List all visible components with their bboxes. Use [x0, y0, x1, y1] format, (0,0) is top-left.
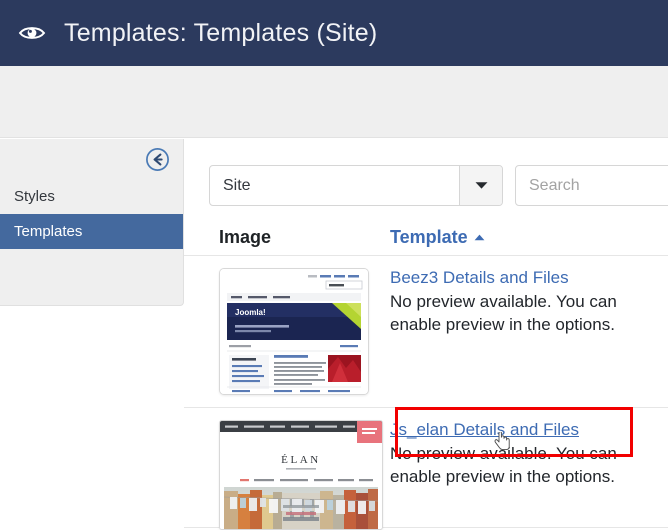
- circle-arrow-left-icon[interactable]: [145, 147, 170, 172]
- table-cell-image: ÉLAN: [184, 408, 390, 530]
- svg-text:Joomla!: Joomla!: [235, 308, 266, 317]
- svg-text:ÉLAN: ÉLAN: [281, 454, 321, 466]
- filter-bar: Site: [209, 165, 668, 206]
- column-header-template-label: Template: [390, 226, 468, 247]
- templates-table: Image Template Joomla! Beez3 Details and…: [184, 219, 668, 530]
- table-cell-template: Js_elan Details and Files No preview ava…: [390, 408, 634, 527]
- sidebar-back-row: [0, 139, 183, 179]
- table-cell-image: Joomla!: [184, 256, 390, 407]
- sidebar-item-label: Styles: [14, 188, 55, 205]
- table-cell-template: Beez3 Details and Files No preview avail…: [390, 256, 634, 407]
- sidebar-item-styles[interactable]: Styles: [0, 179, 183, 214]
- column-header-image: Image: [219, 226, 272, 247]
- eye-icon: [16, 17, 48, 49]
- js-elan-template-preview-thumbnail[interactable]: ÉLAN: [219, 420, 383, 530]
- sidebar-item-label: Templates: [14, 223, 83, 240]
- chevron-down-icon[interactable]: [459, 166, 502, 205]
- template-description: No preview available. You can enable pre…: [390, 444, 617, 487]
- template-type-select-value[interactable]: Site: [210, 166, 459, 205]
- toolbar-strip: [0, 66, 668, 138]
- sidebar-item-templates[interactable]: Templates: [0, 214, 183, 249]
- search-input[interactable]: [515, 165, 668, 206]
- template-description: No preview available. You can enable pre…: [390, 292, 617, 335]
- table-row[interactable]: ÉLAN Js_elan Details and Files No previe…: [184, 408, 668, 530]
- table-row[interactable]: Joomla! Beez3 Details and Files No previ…: [184, 256, 668, 408]
- beez3-template-preview-thumbnail[interactable]: Joomla!: [219, 268, 369, 395]
- main-panel: Site Image Template: [184, 139, 668, 530]
- template-link[interactable]: Js_elan Details and Files: [390, 420, 579, 440]
- sidebar: Styles Templates: [0, 139, 184, 306]
- table-header-row: Image Template: [184, 219, 668, 256]
- column-header-template[interactable]: Template: [390, 227, 485, 248]
- page-header: Templates: Templates (Site): [0, 0, 668, 66]
- page-title: Templates: Templates (Site): [64, 18, 378, 47]
- template-type-select[interactable]: Site: [209, 165, 503, 206]
- template-link[interactable]: Beez3 Details and Files: [390, 268, 569, 288]
- sort-ascending-icon: [474, 234, 485, 241]
- content-area: Styles Templates Site Image: [0, 139, 668, 530]
